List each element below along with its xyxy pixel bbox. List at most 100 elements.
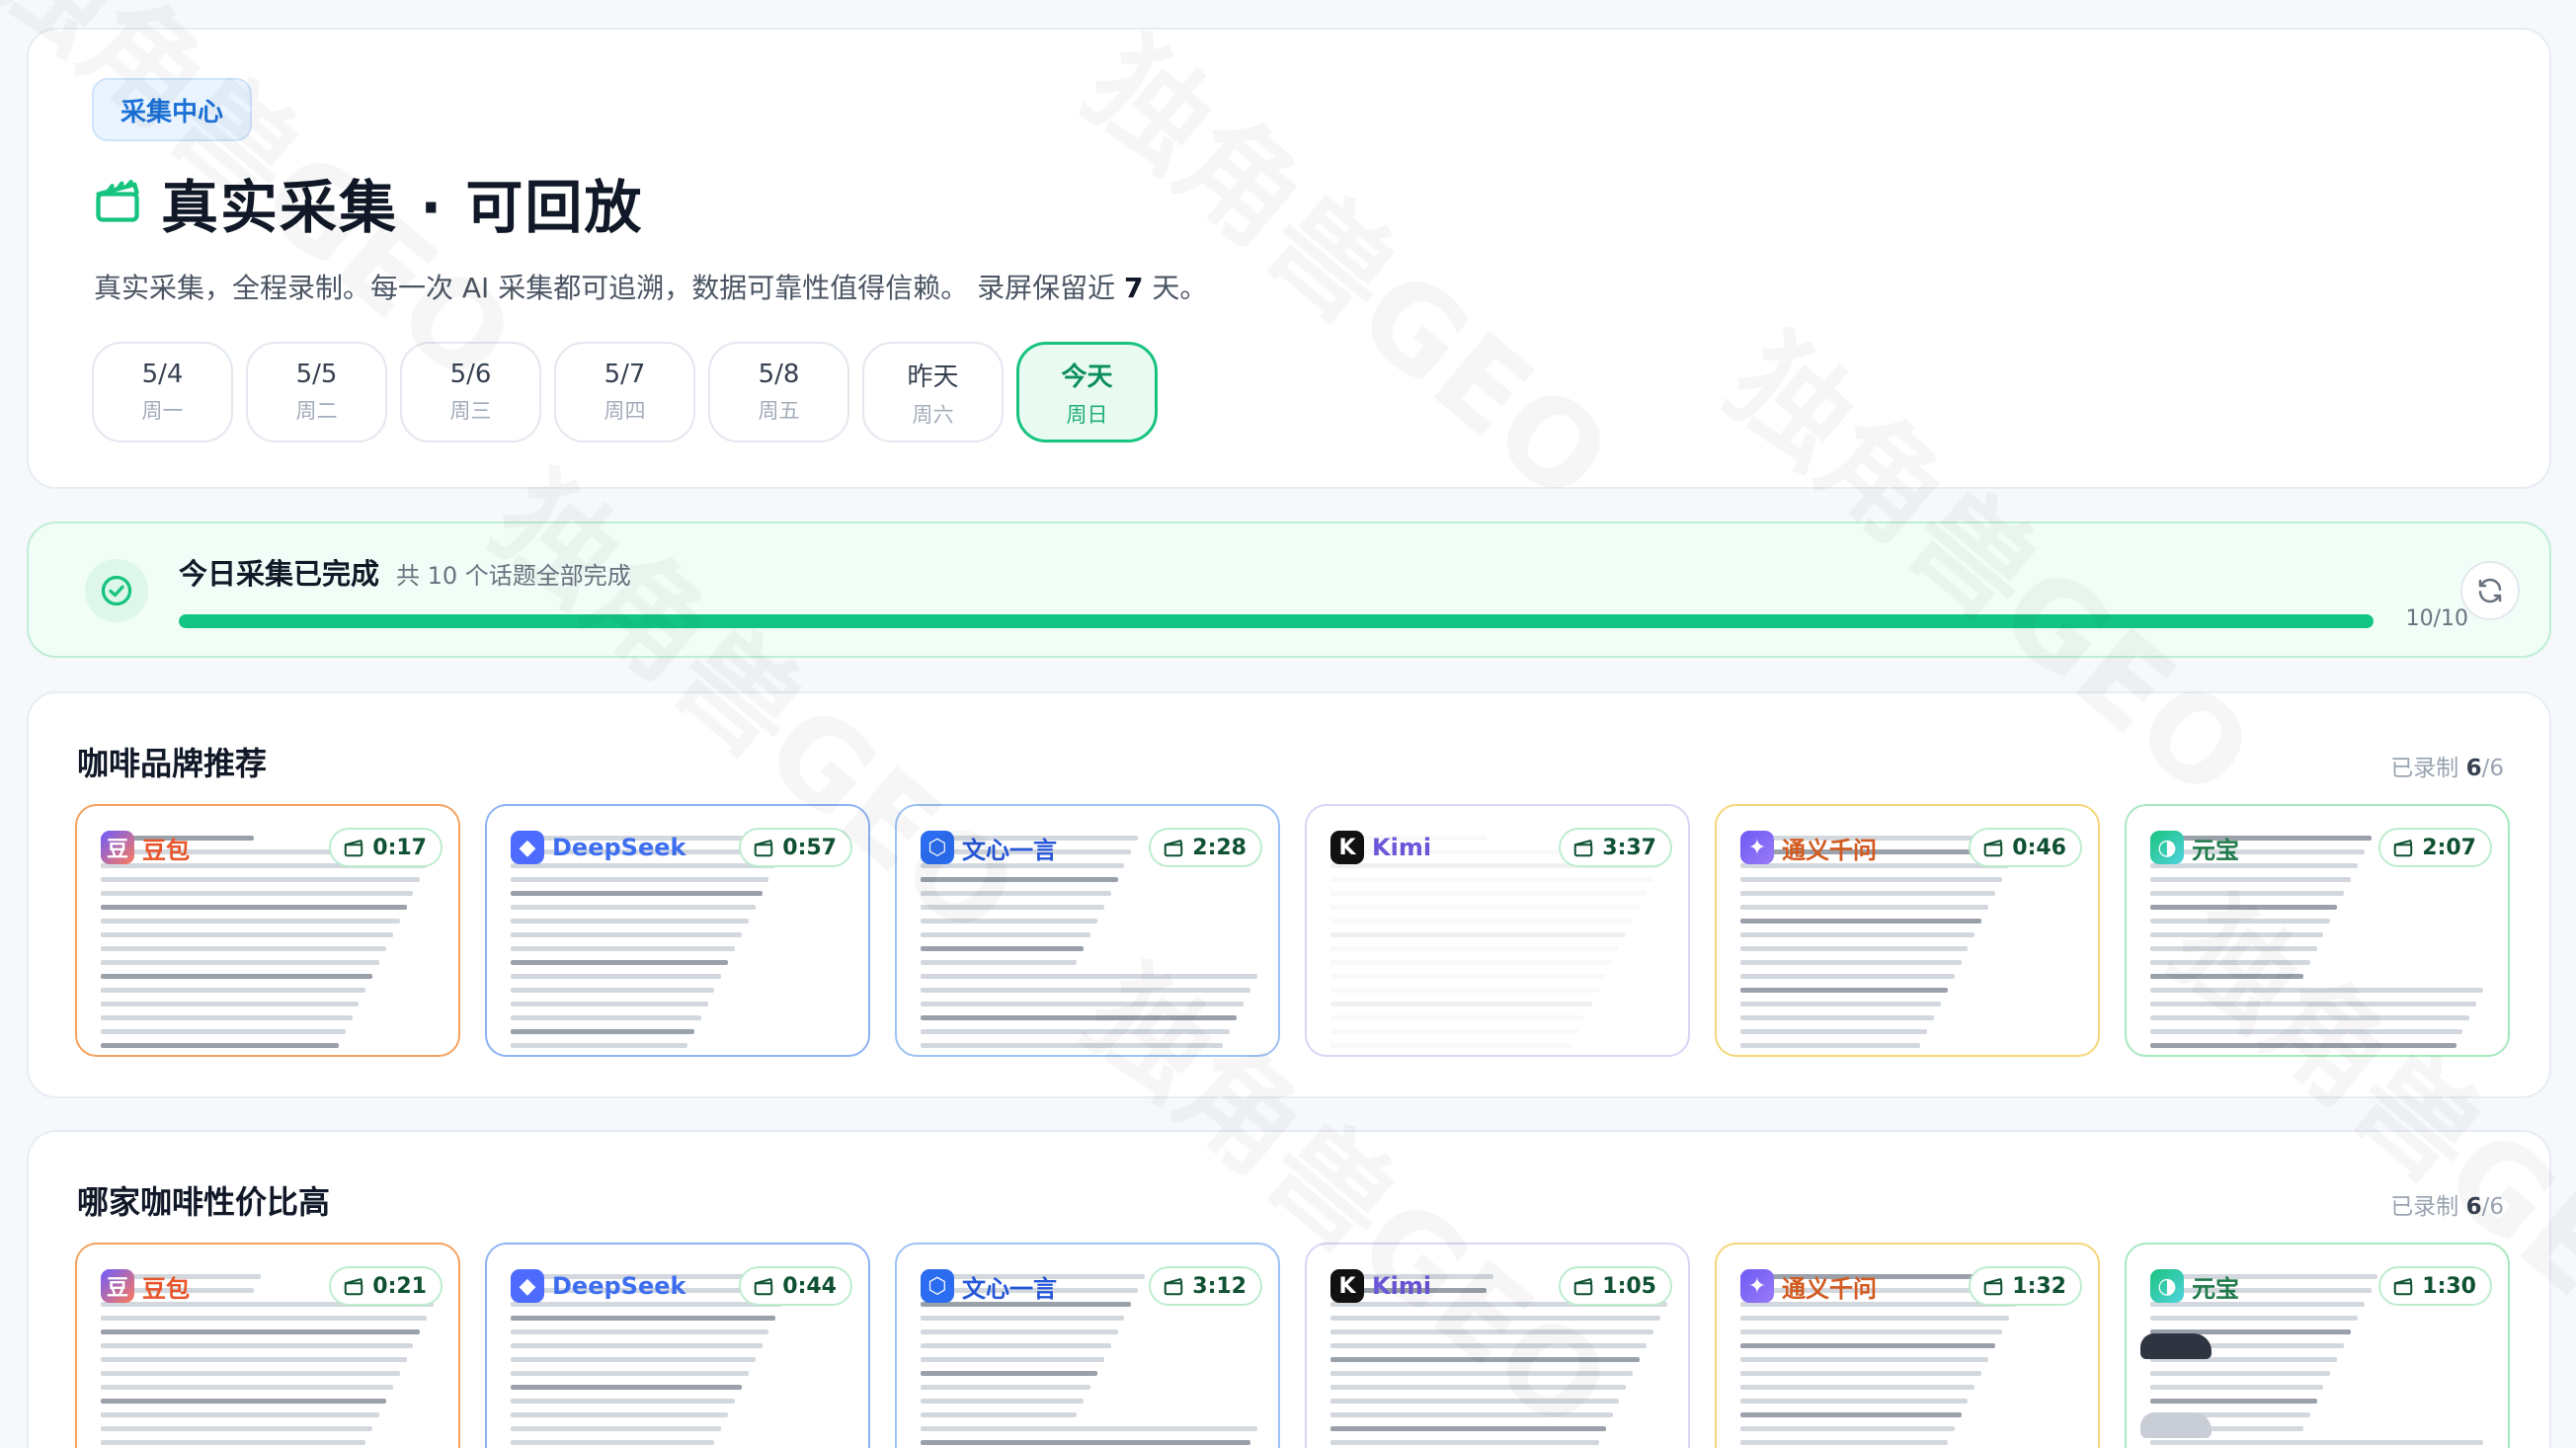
deepseek-whale-icon: ◆ [511, 1269, 544, 1303]
ai-brand-label: 豆 豆包 [101, 1266, 190, 1306]
duration-badge: 0:57 [739, 828, 852, 867]
deepseek-whale-icon: ◆ [511, 831, 544, 864]
status-subtitle: 共 10 个话题全部完成 [396, 562, 631, 590]
duration-badge: 1:05 [1559, 1266, 1672, 1306]
tongyi-logo-icon: ✦ [1740, 1269, 1774, 1303]
clapperboard-icon [755, 1278, 773, 1296]
duration-text: 0:57 [782, 835, 837, 860]
recording-thumbnail-kimi[interactable]: K Kimi 1:05 [1305, 1243, 1690, 1448]
ai-brand-label: ◑ 元宝 [2150, 1266, 2239, 1306]
ai-brand-name: 元宝 [2192, 1274, 2239, 1303]
ai-brand-name: 豆包 [142, 1274, 190, 1303]
shoe-image [2140, 1412, 2212, 1438]
progress-bar [179, 614, 2374, 628]
duration-badge: 1:32 [1969, 1266, 2082, 1306]
doubao-logo-icon: 豆 [101, 1269, 134, 1303]
kimi-logo-icon: K [1330, 831, 1364, 864]
recorded-count: 已录制 6/6 [2390, 1194, 2504, 1220]
duration-badge: 0:44 [739, 1266, 852, 1306]
page-title-text: 真实采集 · 可回放 [161, 174, 644, 241]
check-circle-icon [85, 559, 148, 622]
recording-thumbnail-kimi[interactable]: K Kimi 3:37 [1305, 804, 1690, 1057]
duration-text: 3:12 [1192, 1273, 1247, 1299]
duration-badge: 3:37 [1559, 828, 1672, 867]
ai-brand-name: 通义千问 [1782, 836, 1877, 864]
recording-thumbnail-yuanbao[interactable]: ◑ 元宝 1:30 [2125, 1243, 2510, 1448]
clapperboard-icon [345, 1278, 363, 1296]
duration-badge: 1:30 [2378, 1266, 2492, 1306]
recording-list: 豆 豆包 0:17 ◆ DeepSeek 0:57 ⬡ 文心一言 2:28 K … [75, 804, 2510, 1057]
duration-badge: 0:21 [329, 1266, 443, 1306]
ai-brand-name: 通义千问 [1782, 1274, 1877, 1303]
ai-brand-name: Kimi [1372, 1272, 1432, 1300]
duration-text: 0:44 [782, 1273, 837, 1299]
ai-brand-label: ✦ 通义千问 [1740, 828, 1877, 867]
topic-title: 哪家咖啡性价比高 [77, 1183, 331, 1221]
ai-brand-name: 文心一言 [962, 1274, 1057, 1303]
recording-thumbnail-doubao[interactable]: 豆 豆包 0:21 [75, 1243, 460, 1448]
recording-thumbnail-deepseek[interactable]: ◆ DeepSeek 0:57 [485, 804, 870, 1057]
ai-brand-name: 豆包 [142, 836, 190, 864]
clapperboard-icon [345, 840, 363, 857]
ai-brand-label: ⬡ 文心一言 [921, 828, 1057, 867]
doubao-logo-icon: 豆 [101, 831, 134, 864]
clapperboard-icon [1165, 1278, 1183, 1296]
ai-brand-name: 文心一言 [962, 836, 1057, 864]
day-tab-5[interactable]: 昨天 周六 [862, 342, 1004, 442]
duration-text: 0:21 [372, 1273, 427, 1299]
clapperboard-icon [2394, 1278, 2413, 1296]
day-tab-2[interactable]: 5/6 周三 [400, 342, 541, 442]
day-tab-3[interactable]: 5/7 周四 [554, 342, 695, 442]
progress-bar-fill [179, 614, 2374, 628]
recording-thumbnail-tongyi[interactable]: ✦ 通义千问 1:32 [1715, 1243, 2100, 1448]
recording-thumbnail-wenxin[interactable]: ⬡ 文心一言 3:12 [895, 1243, 1280, 1448]
wenxin-logo-icon: ⬡ [921, 831, 954, 864]
recording-thumbnail-wenxin[interactable]: ⬡ 文心一言 2:28 [895, 804, 1280, 1057]
recording-thumbnail-tongyi[interactable]: ✦ 通义千问 0:46 [1715, 804, 2100, 1057]
day-tab-4[interactable]: 5/8 周五 [708, 342, 849, 442]
yuanbao-logo-icon: ◑ [2150, 831, 2184, 864]
wenxin-logo-icon: ⬡ [921, 1269, 954, 1303]
page-description: 真实采集，全程录制。每一次 AI 采集都可追溯，数据可靠性值得信赖。 录屏保留近… [94, 272, 1208, 304]
duration-text: 3:37 [1602, 835, 1656, 860]
duration-badge: 2:28 [1149, 828, 1262, 867]
page-title: 真实采集 · 可回放 [92, 163, 643, 242]
duration-text: 1:05 [1602, 1273, 1656, 1299]
recording-thumbnail-doubao[interactable]: 豆 豆包 0:17 [75, 804, 460, 1057]
collection-center-tag: 采集中心 [92, 78, 252, 141]
ai-brand-name: DeepSeek [552, 834, 686, 861]
status-title: 今日采集已完成 [179, 557, 380, 591]
date-selector: 5/4 周一 5/5 周二 5/6 周三 5/7 周四 5/8 周五 昨天 周六 今天 周日 [92, 342, 1158, 442]
day-tab-0[interactable]: 5/4 周一 [92, 342, 233, 442]
clapperboard-icon [92, 175, 143, 230]
ai-brand-label: K Kimi [1330, 1266, 1431, 1306]
shoe-image [2140, 1333, 2212, 1359]
ai-brand-name: Kimi [1372, 834, 1432, 861]
ai-brand-label: K Kimi [1330, 828, 1431, 867]
day-tab-1[interactable]: 5/5 周二 [246, 342, 387, 442]
kimi-logo-icon: K [1330, 1269, 1364, 1303]
duration-text: 0:46 [2012, 835, 2066, 860]
tongyi-logo-icon: ✦ [1740, 831, 1774, 864]
progress-count: 10/10 [2405, 606, 2468, 631]
refresh-icon [2478, 578, 2502, 603]
clapperboard-icon [1984, 1278, 2003, 1296]
topic-card: 哪家咖啡性价比高 已录制 6/6 豆 豆包 0:21 ◆ DeepSeek 0:… [27, 1130, 2551, 1448]
duration-badge: 3:12 [1149, 1266, 1262, 1306]
recording-thumbnail-deepseek[interactable]: ◆ DeepSeek 0:44 [485, 1243, 870, 1448]
clapperboard-icon [1165, 840, 1183, 857]
collection-hero-card: 采集中心 真实采集 · 可回放 真实采集，全程录制。每一次 AI 采集都可追溯，… [27, 28, 2551, 489]
day-tab-today[interactable]: 今天 周日 [1016, 342, 1158, 442]
clapperboard-icon [1984, 840, 2003, 857]
refresh-button[interactable] [2460, 561, 2520, 620]
ai-brand-label: ◆ DeepSeek [511, 1266, 685, 1306]
ai-brand-label: ⬡ 文心一言 [921, 1266, 1057, 1306]
ai-brand-label: ◆ DeepSeek [511, 828, 685, 867]
topic-title: 咖啡品牌推荐 [77, 745, 268, 782]
clapperboard-icon [2394, 840, 2413, 857]
recording-thumbnail-yuanbao[interactable]: ◑ 元宝 2:07 [2125, 804, 2510, 1057]
yuanbao-logo-icon: ◑ [2150, 1269, 2184, 1303]
duration-text: 0:17 [372, 835, 427, 860]
collection-status-card: 今日采集已完成 共 10 个话题全部完成 10/10 [27, 522, 2551, 658]
clapperboard-icon [1574, 840, 1593, 857]
